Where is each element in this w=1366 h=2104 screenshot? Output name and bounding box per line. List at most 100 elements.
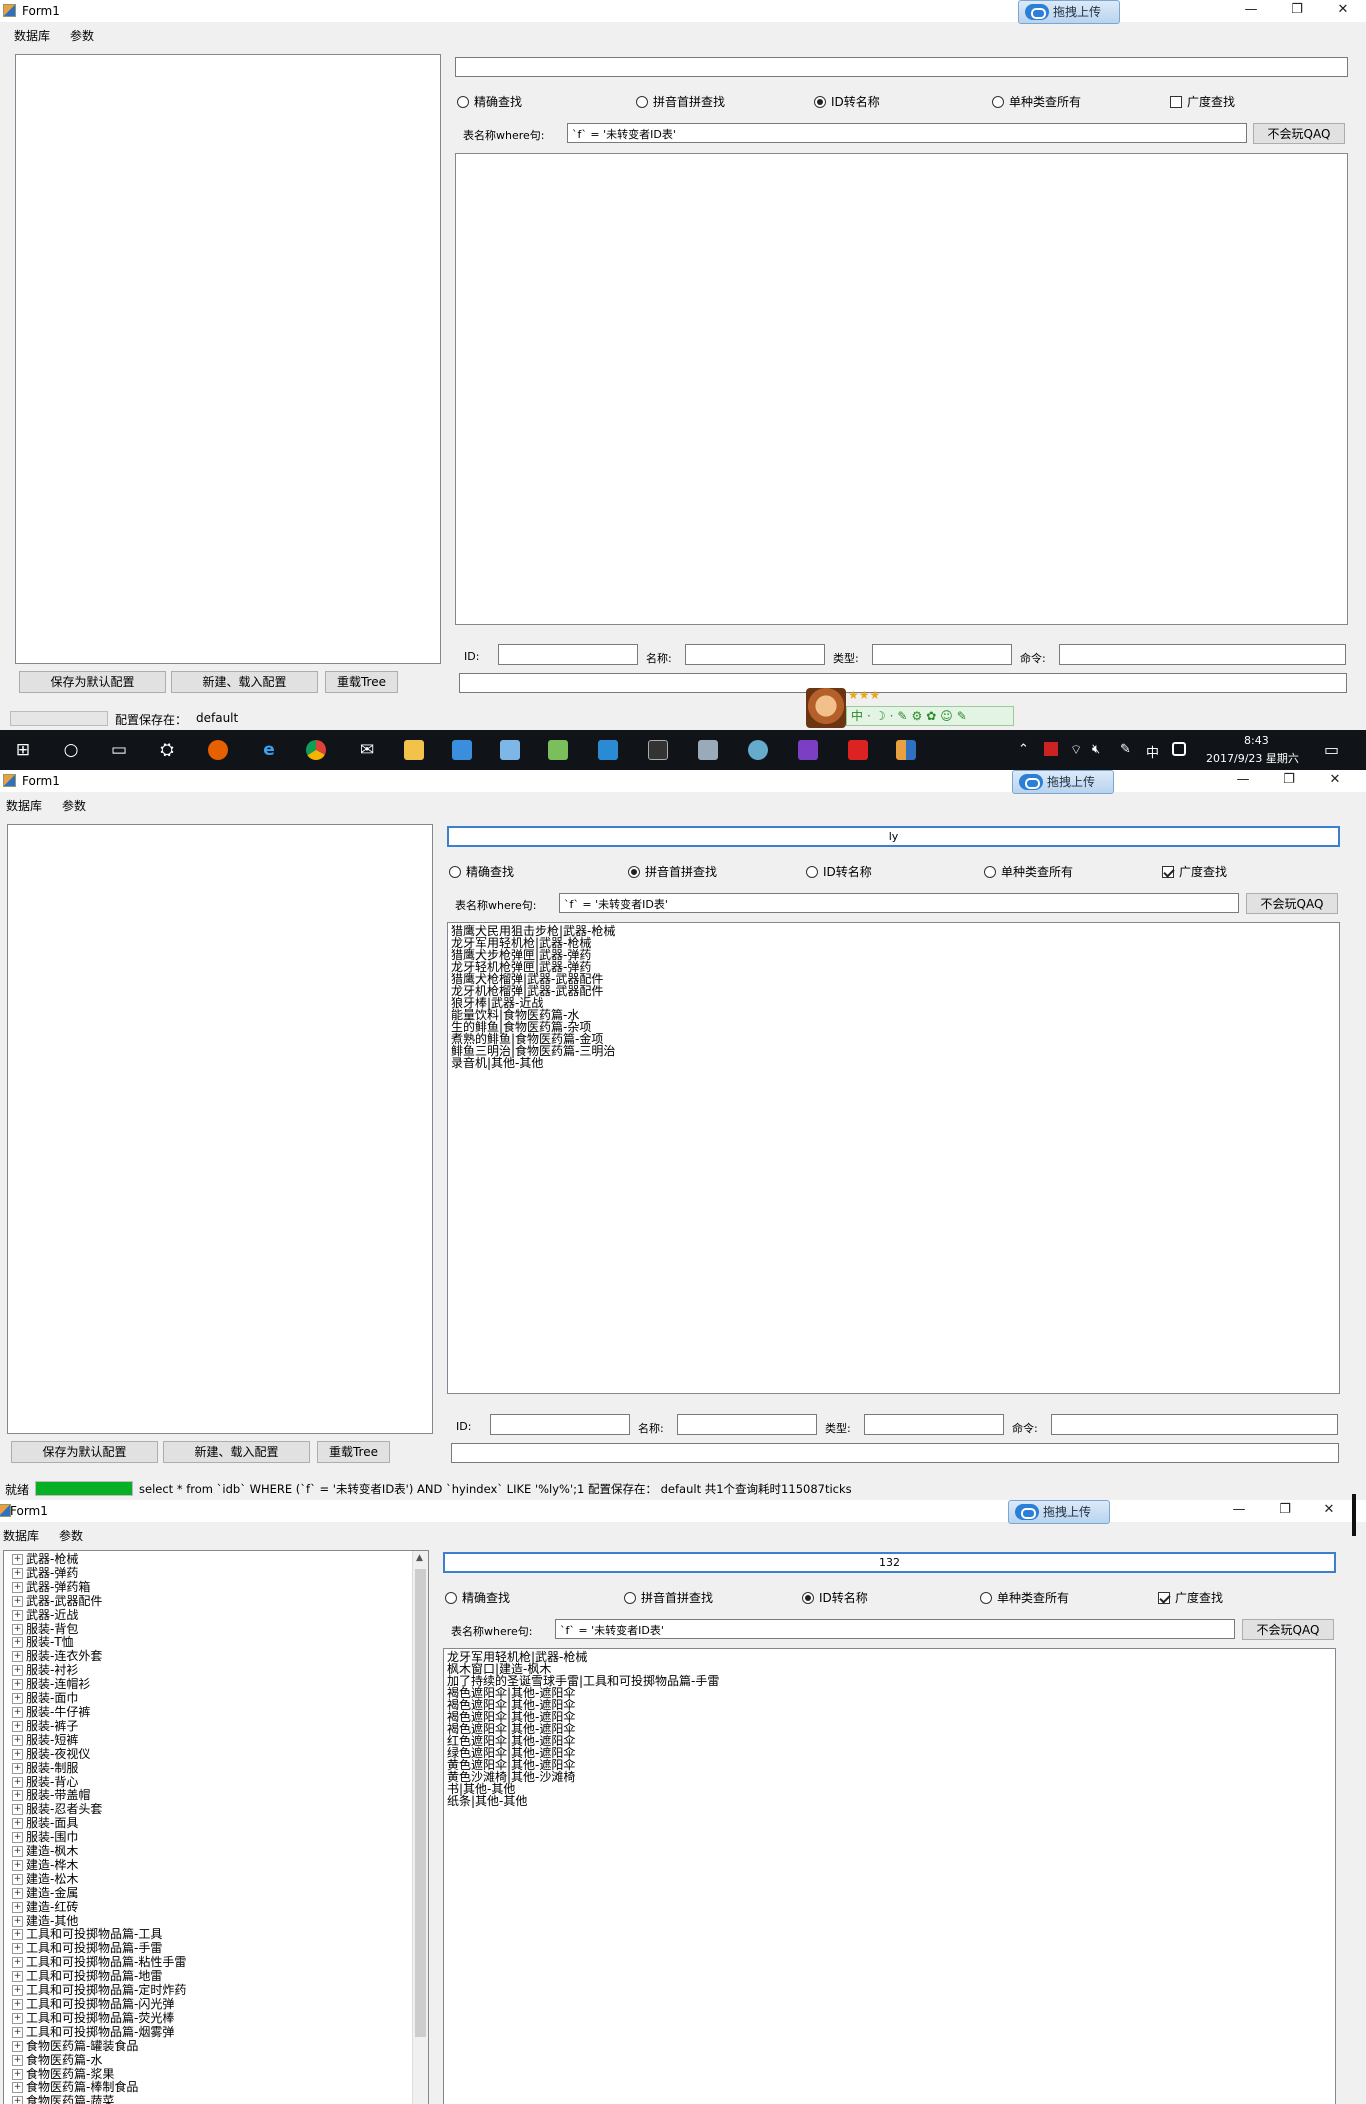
tree-node[interactable]: 建造-桦木 bbox=[12, 1858, 186, 1873]
tree-node[interactable]: 服装-制服 bbox=[12, 1761, 186, 1776]
remote-icon[interactable] bbox=[698, 740, 718, 760]
minimize-button[interactable]: — bbox=[1220, 770, 1266, 792]
network-app-icon[interactable] bbox=[598, 740, 618, 760]
tree-view[interactable] bbox=[7, 824, 433, 1434]
tree-node[interactable]: 建造-松木 bbox=[12, 1872, 186, 1887]
ime-toolbar[interactable]: 中·☽·✎⚙✿☺✎ bbox=[846, 706, 1014, 726]
checkbox-wide-search[interactable]: 广度查找 bbox=[1170, 94, 1235, 110]
firefox-icon[interactable] bbox=[208, 740, 228, 760]
result-item[interactable]: 录音机|其他-其他 bbox=[451, 1057, 615, 1069]
clock-date[interactable]: 2017/9/23 星期六 bbox=[1206, 750, 1299, 766]
type-field[interactable] bbox=[872, 644, 1012, 665]
tray-app-icon[interactable] bbox=[1172, 742, 1186, 756]
radio-category-all[interactable]: 单种类查所有 bbox=[980, 1590, 1069, 1606]
where-input[interactable]: `f` = '未转变者ID表' bbox=[559, 893, 1239, 913]
minimize-button[interactable]: — bbox=[1228, 0, 1274, 22]
radio-pinyin[interactable]: 拼音首拼查找 bbox=[624, 1590, 713, 1606]
cmd-field[interactable] bbox=[1051, 1414, 1338, 1435]
tree-node[interactable]: 武器-弹药 bbox=[12, 1566, 186, 1581]
tree-node[interactable]: 建造-枫木 bbox=[12, 1844, 186, 1859]
command-output[interactable] bbox=[451, 1443, 1339, 1463]
maximize-button[interactable]: ❐ bbox=[1266, 770, 1312, 792]
upload-button[interactable]: 拖拽上传 bbox=[1012, 770, 1114, 794]
reload-tree-button[interactable]: 重载Tree bbox=[317, 1441, 390, 1463]
tree-node[interactable]: 工具和可投掷物品篇-烟雾弹 bbox=[12, 2025, 186, 2040]
new-load-config-button[interactable]: 新建、载入配置 bbox=[171, 671, 318, 693]
scrollbar-thumb[interactable] bbox=[415, 1569, 426, 2037]
radio-id-to-name[interactable]: ID转名称 bbox=[806, 864, 872, 880]
tree-node[interactable]: 服装-围巾 bbox=[12, 1830, 186, 1845]
tree-view[interactable] bbox=[15, 54, 441, 664]
save-default-button[interactable]: 保存为默认配置 bbox=[11, 1441, 158, 1463]
name-field[interactable] bbox=[677, 1414, 817, 1435]
form1-taskbar-icon[interactable] bbox=[896, 740, 916, 760]
checkbox-wide-search[interactable]: 广度查找 bbox=[1158, 1590, 1223, 1606]
radio-id-to-name[interactable]: ID转名称 bbox=[802, 1590, 868, 1606]
results-list[interactable]: 猎鹰犬民用狙击步枪|武器-枪械 龙牙军用轻机枪|武器-枪械 猎鹰犬步枪弹匣|武器-弹… bbox=[447, 922, 1340, 1394]
search-input[interactable]: 132 bbox=[443, 1552, 1336, 1573]
type-field[interactable] bbox=[864, 1414, 1004, 1435]
where-input[interactable]: `f` = '未转变者ID表' bbox=[567, 123, 1247, 143]
tray-red-icon[interactable] bbox=[1044, 742, 1058, 756]
edge-icon[interactable]: e bbox=[254, 738, 284, 762]
tree-node[interactable]: 武器-弹药箱 bbox=[12, 1580, 186, 1595]
radio-pinyin[interactable]: 拼音首拼查找 bbox=[636, 94, 725, 110]
menu-database[interactable]: 数据库 bbox=[14, 27, 50, 44]
app-bird-icon[interactable] bbox=[452, 740, 472, 760]
tree-view[interactable]: 武器-枪械武器-弹药武器-弹药箱武器-武器配件武器-近战服装-背包服装-T恤服装… bbox=[3, 1550, 429, 2104]
result-item[interactable]: 纸条|其他-其他 bbox=[447, 1795, 719, 1807]
radio-category-all[interactable]: 单种类查所有 bbox=[984, 864, 1073, 880]
qaq-button[interactable]: 不会玩QAQ bbox=[1242, 1619, 1334, 1640]
menu-params[interactable]: 参数 bbox=[70, 27, 94, 44]
search-input[interactable] bbox=[455, 57, 1348, 77]
windows-start-icon[interactable]: ⊞ bbox=[8, 738, 38, 762]
explorer-icon[interactable] bbox=[404, 740, 424, 760]
upload-button[interactable]: 拖拽上传 bbox=[1018, 0, 1120, 24]
radio-exact[interactable]: 精确查找 bbox=[449, 864, 514, 880]
tree-node[interactable]: 工具和可投掷物品篇-地雷 bbox=[12, 1969, 186, 1984]
maximize-button[interactable]: ❐ bbox=[1262, 1500, 1308, 1522]
close-button[interactable]: ✕ bbox=[1320, 0, 1366, 22]
radio-exact[interactable]: 精确查找 bbox=[457, 94, 522, 110]
notepad-icon[interactable] bbox=[548, 740, 568, 760]
tree-node[interactable]: 服装-连衣外套 bbox=[12, 1649, 186, 1664]
radio-exact[interactable]: 精确查找 bbox=[445, 1590, 510, 1606]
notes-icon[interactable] bbox=[500, 740, 520, 760]
tree-node[interactable]: 武器-近战 bbox=[12, 1608, 186, 1623]
save-default-button[interactable]: 保存为默认配置 bbox=[19, 671, 166, 693]
paint-icon[interactable] bbox=[748, 740, 768, 760]
volume-muted-icon[interactable]: 🔇︎ bbox=[1092, 742, 1100, 757]
tree-node[interactable]: 服装-短裤 bbox=[12, 1733, 186, 1748]
study-icon[interactable] bbox=[848, 740, 868, 760]
checkbox-wide-search[interactable]: 广度查找 bbox=[1162, 864, 1227, 880]
tree-node[interactable]: 食物医药篇-水 bbox=[12, 2053, 186, 2068]
new-load-config-button[interactable]: 新建、载入配置 bbox=[163, 1441, 310, 1463]
name-field[interactable] bbox=[685, 644, 825, 665]
notifications-icon[interactable]: ▭ bbox=[1324, 740, 1339, 759]
store-icon[interactable]: ⛭ bbox=[152, 738, 182, 762]
maximize-button[interactable]: ❐ bbox=[1274, 0, 1320, 22]
search-input[interactable]: ly bbox=[447, 826, 1340, 847]
ime-indicator[interactable]: 中 bbox=[1146, 742, 1159, 761]
mail-icon[interactable]: ✉ bbox=[352, 738, 382, 762]
tree-node[interactable]: 工具和可投掷物品篇-定时炸药 bbox=[12, 1983, 186, 1998]
tree-node[interactable]: 工具和可投掷物品篇-荧光棒 bbox=[12, 2011, 186, 2026]
where-input[interactable]: `f` = '未转变者ID表' bbox=[555, 1619, 1235, 1639]
minimize-button[interactable]: — bbox=[1216, 1500, 1262, 1522]
upload-button[interactable]: 拖拽上传 bbox=[1008, 1500, 1110, 1524]
tree-node[interactable]: 武器-武器配件 bbox=[12, 1594, 186, 1609]
wifi-icon[interactable]: ⌔ bbox=[1070, 742, 1082, 758]
tree-node[interactable]: 服装-面具 bbox=[12, 1816, 186, 1831]
command-output[interactable] bbox=[459, 673, 1347, 693]
radio-pinyin[interactable]: 拼音首拼查找 bbox=[628, 864, 717, 880]
reload-tree-button[interactable]: 重载Tree bbox=[325, 671, 398, 693]
tree-node[interactable]: 服装-背包 bbox=[12, 1622, 186, 1637]
tray-chevron-icon[interactable]: ⌃ bbox=[1018, 742, 1029, 757]
scroll-up-icon[interactable]: ▲ bbox=[416, 1553, 423, 1563]
tree-node[interactable]: 服装-夜视仪 bbox=[12, 1747, 186, 1762]
close-button[interactable]: ✕ bbox=[1312, 770, 1358, 792]
tree-node[interactable]: 建造-金属 bbox=[12, 1886, 186, 1901]
tree-node[interactable]: 服装-忍者头套 bbox=[12, 1802, 186, 1817]
menu-database[interactable]: 数据库 bbox=[3, 1527, 39, 1544]
clock-time[interactable]: 8:43 bbox=[1244, 734, 1269, 747]
